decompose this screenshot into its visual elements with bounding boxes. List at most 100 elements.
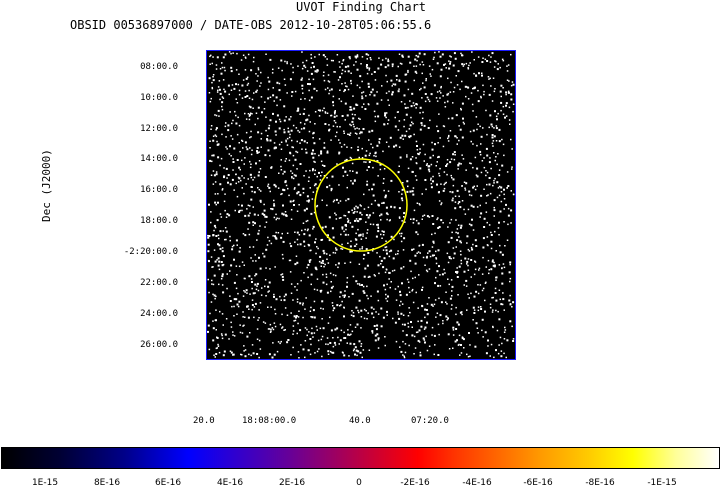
star-pixel xyxy=(447,92,450,95)
star-pixel xyxy=(487,76,490,78)
star-pixel xyxy=(217,89,219,92)
star-pixel xyxy=(440,183,442,185)
star-pixel xyxy=(254,123,256,126)
star-pixel xyxy=(308,130,311,133)
star-pixel xyxy=(303,64,306,67)
star-pixel xyxy=(411,290,413,292)
star-pixel xyxy=(260,294,263,296)
star-pixel xyxy=(486,60,489,62)
star-pixel xyxy=(309,353,312,356)
star-pixel xyxy=(468,223,471,225)
star-pixel xyxy=(462,158,465,160)
star-pixel xyxy=(352,95,354,97)
star-pixel xyxy=(232,52,234,54)
star-pixel xyxy=(371,73,373,75)
star-pixel xyxy=(290,63,292,65)
star-pixel xyxy=(505,91,508,94)
star-pixel xyxy=(265,129,267,132)
star-pixel xyxy=(246,95,249,97)
star-pixel xyxy=(499,66,501,69)
star-pixel xyxy=(438,90,441,92)
star-pixel xyxy=(438,265,440,268)
star-pixel xyxy=(360,238,363,240)
star-pixel xyxy=(446,252,449,255)
star-pixel xyxy=(351,292,354,295)
star-pixel xyxy=(394,116,396,119)
star-pixel xyxy=(251,186,253,188)
star-pixel xyxy=(432,305,434,307)
star-pixel xyxy=(280,165,282,168)
star-pixel xyxy=(314,161,316,163)
star-pixel xyxy=(375,155,377,158)
star-pixel xyxy=(222,56,225,59)
star-pixel xyxy=(322,327,325,330)
star-pixel xyxy=(249,112,252,114)
star-pixel xyxy=(208,348,211,351)
star-pixel xyxy=(286,314,289,316)
star-pixel xyxy=(441,53,444,56)
star-pixel xyxy=(453,86,456,89)
star-pixel xyxy=(330,88,333,91)
star-pixel xyxy=(371,129,374,132)
star-pixel xyxy=(235,122,238,125)
star-pixel xyxy=(330,189,333,192)
star-pixel xyxy=(246,208,248,210)
star-pixel xyxy=(410,116,412,119)
star-pixel xyxy=(376,102,379,105)
star-pixel xyxy=(463,347,465,349)
star-pixel xyxy=(335,198,338,201)
star-pixel xyxy=(315,238,317,240)
star-pixel xyxy=(354,245,357,247)
star-pixel xyxy=(235,265,238,267)
star-pixel xyxy=(382,182,385,184)
star-pixel xyxy=(249,246,251,248)
star-pixel xyxy=(313,65,315,68)
star-pixel xyxy=(495,250,497,252)
star-pixel xyxy=(507,91,510,94)
star-pixel xyxy=(267,149,270,152)
star-pixel xyxy=(257,214,259,216)
star-pixel xyxy=(505,203,507,206)
star-pixel xyxy=(248,308,250,310)
star-pixel xyxy=(214,226,217,229)
star-pixel xyxy=(251,98,254,101)
star-pixel xyxy=(425,309,428,311)
star-pixel xyxy=(495,140,498,142)
star-pixel xyxy=(423,53,426,56)
star-pixel xyxy=(476,185,478,187)
star-pixel xyxy=(428,65,431,67)
star-pixel xyxy=(299,329,302,332)
star-pixel xyxy=(436,125,438,128)
star-pixel xyxy=(380,99,383,101)
star-pixel xyxy=(282,173,284,175)
star-pixel xyxy=(283,295,286,298)
star-pixel xyxy=(419,128,422,131)
star-pixel xyxy=(247,228,249,230)
star-pixel xyxy=(500,95,502,98)
star-pixel xyxy=(487,259,490,262)
star-pixel xyxy=(433,353,435,356)
star-pixel xyxy=(233,244,235,247)
star-pixel xyxy=(392,83,395,85)
star-pixel xyxy=(431,68,434,71)
star-pixel xyxy=(497,310,499,313)
star-pixel xyxy=(366,264,369,267)
star-pixel xyxy=(241,204,243,207)
star-pixel xyxy=(289,200,292,203)
star-pixel xyxy=(245,289,248,292)
star-pixel xyxy=(386,218,388,221)
star-pixel xyxy=(207,278,209,281)
star-pixel xyxy=(353,348,355,350)
star-pixel xyxy=(466,309,468,311)
star-pixel xyxy=(318,154,320,157)
star-pixel xyxy=(419,351,422,354)
x-tick-label: 18:08:00.0 xyxy=(242,416,297,426)
star-pixel xyxy=(503,221,505,223)
star-pixel xyxy=(289,152,292,155)
star-pixel xyxy=(265,53,267,55)
star-pixel xyxy=(456,143,458,145)
star-pixel xyxy=(454,135,457,138)
star-pixel xyxy=(221,247,224,249)
star-pixel xyxy=(393,206,396,209)
star-pixel xyxy=(251,308,253,311)
